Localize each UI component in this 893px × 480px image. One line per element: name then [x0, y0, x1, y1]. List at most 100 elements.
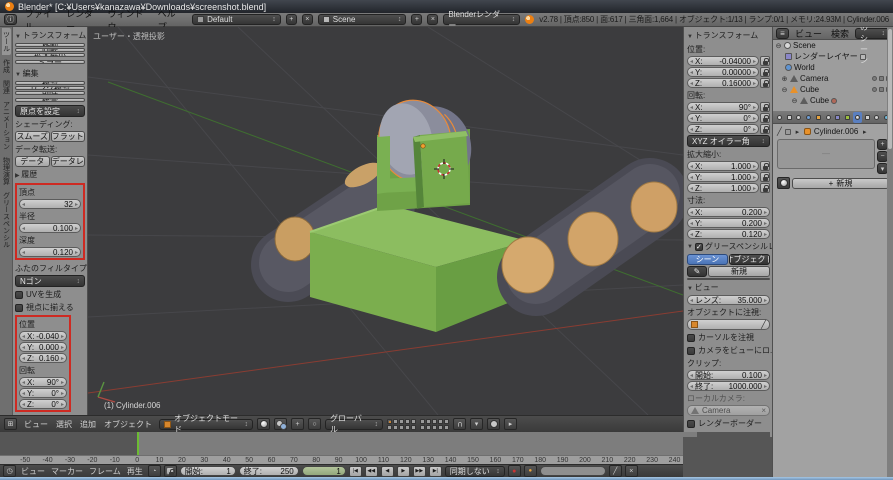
clip-end-field[interactable]: 終了:1000.000 [687, 381, 770, 391]
frame-end-field[interactable]: 終了:250 [239, 466, 299, 476]
op-location-z-field[interactable]: Z:0.160 [19, 353, 67, 363]
tab-render-layers-icon[interactable] [785, 112, 794, 123]
tool-shelf-tab[interactable]: アニメーション [2, 98, 11, 153]
viewport-menu-item[interactable]: 選択 [53, 419, 75, 430]
mirror-button[interactable]: ミラー [15, 60, 85, 64]
rotate-button[interactable]: 回転 [15, 48, 85, 52]
panel-header-edit[interactable]: 編集 [15, 67, 85, 80]
lock-icon[interactable] [760, 78, 770, 88]
timeline-menu-item[interactable]: ビュー [19, 466, 47, 477]
data-layout-button[interactable]: データレ [51, 156, 86, 167]
gp-object-button[interactable]: オブジェクト [729, 254, 770, 265]
outliner-view-menu[interactable]: ビュー [792, 27, 825, 40]
tab-data-icon[interactable] [843, 112, 852, 123]
shade-smooth-button[interactable]: スムーズ [15, 131, 50, 142]
tool-shelf-tab[interactable]: 作成 [2, 56, 11, 76]
lock-icon[interactable] [760, 172, 770, 182]
panel-header-transform[interactable]: トランスフォーム [15, 29, 85, 42]
panel-header-history[interactable]: 履歴 [15, 168, 85, 181]
expander-icon[interactable]: ⊖ [791, 97, 798, 105]
eyedropper-icon[interactable]: ╱ [761, 320, 766, 329]
expander-icon[interactable]: ⊖ [781, 86, 788, 94]
view-panel-header[interactable]: ビュー [687, 281, 770, 294]
timeline-ruler[interactable]: -50-40-30-20-100102030405060708090100110… [0, 455, 770, 464]
jump-to-end-button[interactable]: ▶| [429, 466, 442, 477]
tab-texture-icon[interactable] [863, 112, 872, 123]
lock-time-icon[interactable] [164, 465, 177, 477]
tab-render-icon[interactable] [775, 112, 784, 123]
location-y-field[interactable]: Y:0.00000 [687, 67, 759, 77]
tool-shelf-tab[interactable]: グリースペンシル [2, 189, 11, 251]
align-view-checkbox[interactable] [15, 304, 23, 312]
frame-start-field[interactable]: 開始:1 [180, 466, 236, 476]
gp-draw-icon[interactable]: ✎ [687, 266, 707, 277]
viewport-menu-item[interactable]: オブジェクト [101, 419, 155, 430]
tab-modifiers-icon[interactable] [834, 112, 843, 123]
duplicate-button[interactable]: 複製 [15, 81, 85, 85]
shade-flat-button[interactable]: フラット [51, 131, 86, 142]
scale-button[interactable]: 拡大縮小 [15, 53, 85, 57]
grease-pencil-header[interactable]: グリースペンシルレイ [687, 240, 770, 253]
op-location-x-field[interactable]: X:-0.040 [19, 331, 67, 341]
jump-to-start-button[interactable]: |◀ [349, 466, 362, 477]
location-z-field[interactable]: Z:0.16000 [687, 78, 759, 88]
right-scrollbar[interactable] [887, 27, 893, 477]
viewport-3d[interactable]: ユーザー・透視投影 (1) Cylinder.006 [88, 27, 683, 415]
lock-camera-checkbox[interactable] [687, 347, 695, 355]
lock-camera-row[interactable]: カメラをビューにロ... [687, 345, 770, 356]
generate-uvs-checkbox[interactable] [15, 291, 23, 299]
generate-uvs-row[interactable]: UVを生成 [15, 289, 85, 300]
sync-mode-selector[interactable]: 同期しない [445, 466, 505, 477]
keying-mode-selector[interactable] [524, 465, 537, 477]
dimensions-y-field[interactable]: Y:0.200 [687, 218, 770, 228]
outliner-row-cube-object[interactable]: ⊖ Cube [773, 84, 893, 95]
scale-x-field[interactable]: X:1.000 [687, 161, 759, 171]
timeline-menu-item[interactable]: 再生 [125, 466, 145, 477]
scene-selector[interactable]: Scene [318, 14, 407, 25]
duplicate-linked-button[interactable]: リンク複製 [15, 86, 85, 90]
pivot-point-selector[interactable] [274, 418, 287, 430]
prev-keyframe-button[interactable]: ◀◀ [365, 466, 378, 477]
remove-scene-button[interactable] [427, 14, 438, 25]
outliner-display-selector[interactable]: 全てのシーン [855, 28, 890, 39]
expander-icon[interactable]: ⊖ [775, 42, 782, 50]
keying-set-field[interactable] [540, 466, 606, 476]
tool-shelf-tab[interactable]: 物理演算 [2, 154, 11, 188]
add-scene-button[interactable] [411, 14, 422, 25]
rotation-mode-dropdown[interactable]: XYZ オイラー角 [687, 135, 770, 147]
expander-icon[interactable]: ⊕ [781, 75, 788, 83]
add-layout-button[interactable] [286, 14, 297, 25]
timeline-menu-item[interactable]: フレーム [87, 466, 123, 477]
current-frame-field[interactable]: 1 [302, 466, 346, 476]
lock-icon[interactable] [760, 102, 770, 112]
insert-keyframe-icon[interactable]: ╱ [609, 465, 622, 477]
gp-new-button[interactable]: 新規 [708, 266, 770, 277]
snap-element-selector[interactable]: ▾ [470, 418, 483, 430]
next-keyframe-button[interactable]: ▶▶ [413, 466, 426, 477]
npanel-transform-header[interactable]: トランスフォーム [687, 29, 770, 42]
tab-constraints-icon[interactable] [824, 112, 833, 123]
lock-icon[interactable] [760, 161, 770, 171]
op-rotation-y-field[interactable]: Y:0° [19, 388, 67, 398]
eyedropper-icon[interactable]: ╱ [777, 127, 782, 136]
lock-icon[interactable] [760, 124, 770, 134]
material-slot-list[interactable] [777, 139, 875, 169]
scrollbar-thumb[interactable] [888, 29, 892, 149]
tab-material-icon[interactable] [853, 112, 862, 123]
layer-grid-left[interactable] [387, 419, 416, 430]
snap-magnet-icon[interactable]: ∪ [453, 418, 466, 430]
manipulator-translate-icon[interactable]: + [291, 418, 304, 430]
render-border-checkbox[interactable] [687, 420, 695, 428]
browse-material-icon[interactable] [777, 177, 790, 189]
viewport-menu-item[interactable]: 追加 [77, 419, 99, 430]
editor-type-outliner-icon[interactable]: ≡ [776, 28, 789, 39]
editor-type-3dview-icon[interactable]: ⊞ [4, 418, 17, 430]
lock-cursor-row[interactable]: カーソルを注視 [687, 332, 770, 343]
mode-selector[interactable]: オブジェクトモード [159, 419, 253, 430]
join-button[interactable]: 統合 [15, 98, 85, 102]
render-opengl-anim-icon[interactable]: ▸ [504, 418, 517, 430]
tab-particles-icon[interactable] [873, 112, 882, 123]
render-border-row[interactable]: レンダーボーダー [687, 418, 770, 429]
gp-new-layer-button[interactable]: 新規レイヤー [687, 278, 770, 280]
cap-fill-dropdown[interactable]: Nゴン [15, 275, 85, 287]
